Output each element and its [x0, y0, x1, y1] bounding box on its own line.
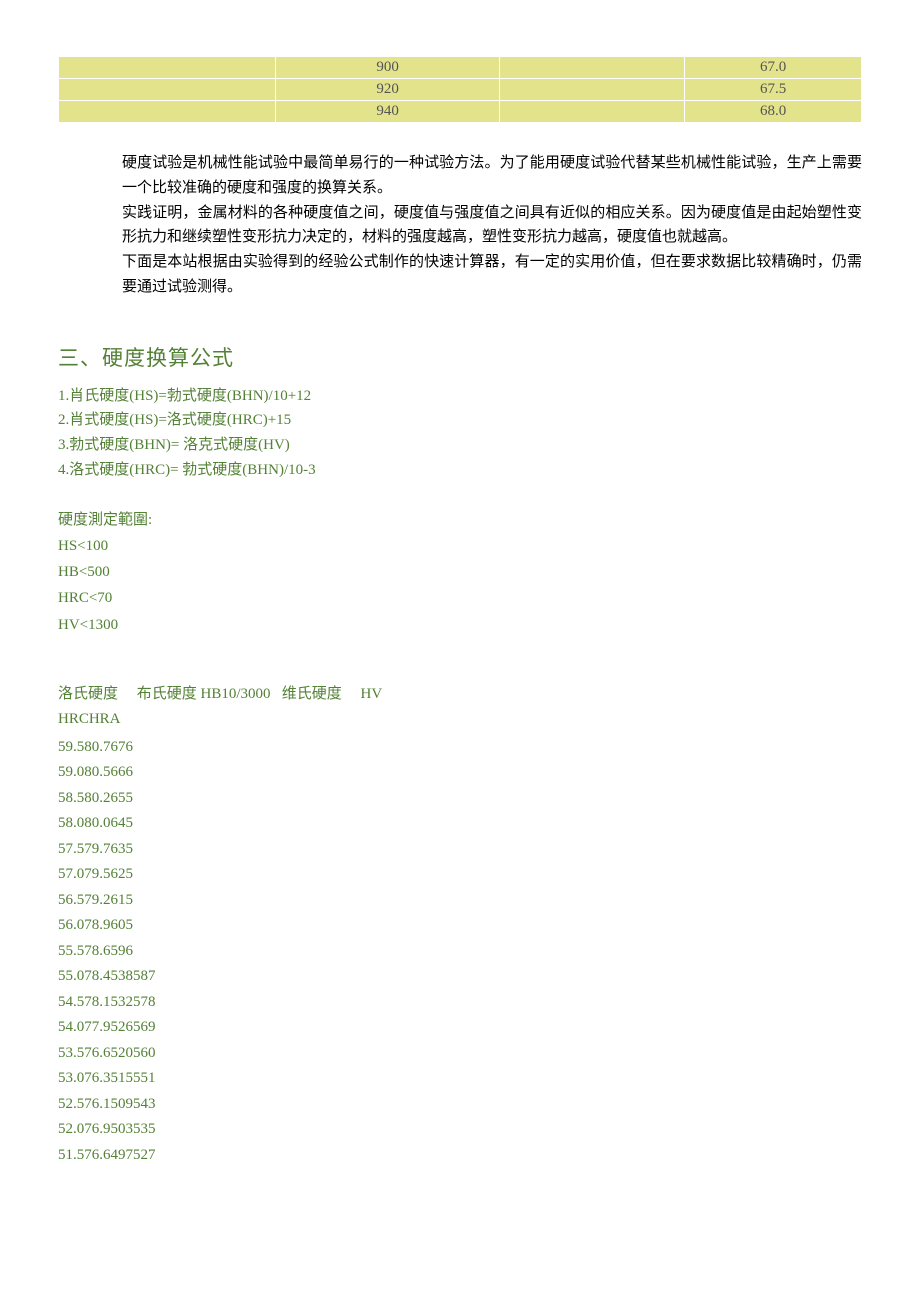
data-table-header: 洛氏硬度 布氏硬度 HB10/3000 维氏硬度 HV HRCHRA — [58, 682, 862, 733]
table-row: 940 68.0 — [59, 101, 861, 122]
data-row: 57.079.5625 — [58, 862, 862, 888]
table-row: 900 67.0 — [59, 57, 861, 78]
table-cell — [500, 79, 684, 100]
col-brinell: 布氏硬度 HB10/3000 — [137, 682, 271, 708]
table-cell: 67.5 — [685, 79, 861, 100]
subheader: HRCHRA — [58, 707, 862, 733]
table-cell: 67.0 — [685, 57, 861, 78]
table-cell — [59, 101, 275, 122]
section-title: 三、硬度换算公式 — [58, 342, 862, 372]
conversion-table-fragment: 900 67.0 920 67.5 940 68.0 — [58, 56, 862, 123]
data-row: 55.578.6596 — [58, 939, 862, 965]
data-row: 58.580.2655 — [58, 786, 862, 812]
range-hb: HB<500 — [58, 559, 862, 585]
data-row: 59.580.7676 — [58, 735, 862, 761]
table-cell — [500, 101, 684, 122]
intro-paragraphs: 硬度试验是机械性能试验中最简单易行的一种试验方法。为了能用硬度试验代替某些机械性… — [58, 151, 862, 300]
data-row: 57.579.7635 — [58, 837, 862, 863]
table-cell — [500, 57, 684, 78]
formula-list: 1.肖氏硬度(HS)=勃式硬度(BHN)/10+12 2.肖式硬度(HS)=洛式… — [58, 384, 862, 483]
data-row: 54.077.9526569 — [58, 1015, 862, 1041]
data-row: 53.076.3515551 — [58, 1066, 862, 1092]
col-rockwell: 洛氏硬度 — [58, 682, 118, 708]
range-hrc: HRC<70 — [58, 585, 862, 611]
table-cell — [59, 57, 275, 78]
table-cell: 68.0 — [685, 101, 861, 122]
paragraph-2: 实践证明，金属材料的各种硬度值之间，硬度值与强度值之间具有近似的相应关系。因为硬… — [122, 201, 862, 251]
data-row: 52.576.1509543 — [58, 1092, 862, 1118]
paragraph-1: 硬度试验是机械性能试验中最简单易行的一种试验方法。为了能用硬度试验代替某些机械性… — [122, 151, 862, 201]
formula-2: 2.肖式硬度(HS)=洛式硬度(HRC)+15 — [58, 408, 862, 433]
data-row: 59.080.5666 — [58, 760, 862, 786]
range-hv: HV<1300 — [58, 612, 862, 638]
table-cell — [59, 79, 275, 100]
data-row: 56.579.2615 — [58, 888, 862, 914]
table-cell: 940 — [276, 101, 500, 122]
data-row: 55.078.4538587 — [58, 964, 862, 990]
formula-4: 4.洛式硬度(HRC)= 勃式硬度(BHN)/10-3 — [58, 458, 862, 483]
range-hs: HS<100 — [58, 533, 862, 559]
table-cell: 920 — [276, 79, 500, 100]
range-title: 硬度測定範圍: — [58, 507, 862, 533]
data-row: 54.578.1532578 — [58, 990, 862, 1016]
data-row: 52.076.9503535 — [58, 1117, 862, 1143]
formula-1: 1.肖氏硬度(HS)=勃式硬度(BHN)/10+12 — [58, 384, 862, 409]
paragraph-3: 下面是本站根据由实验得到的经验公式制作的快速计算器，有一定的实用价值，但在要求数… — [122, 250, 862, 300]
range-block: 硬度測定範圍: HS<100 HB<500 HRC<70 HV<1300 — [58, 507, 862, 638]
col-vickers: 维氏硬度 — [282, 682, 342, 708]
data-row: 56.078.9605 — [58, 913, 862, 939]
formula-3: 3.勃式硬度(BHN)= 洛克式硬度(HV) — [58, 433, 862, 458]
data-row: 53.576.6520560 — [58, 1041, 862, 1067]
data-rows: 59.580.767659.080.566658.580.265558.080.… — [58, 735, 862, 1169]
table-row: 920 67.5 — [59, 79, 861, 100]
data-row: 58.080.0645 — [58, 811, 862, 837]
col-hv: HV — [361, 682, 383, 708]
data-row: 51.576.6497527 — [58, 1143, 862, 1169]
table-cell: 900 — [276, 57, 500, 78]
